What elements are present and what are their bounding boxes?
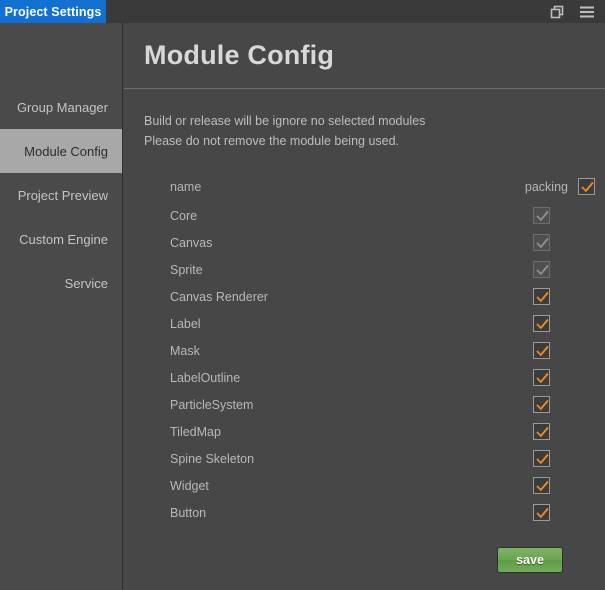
module-packing-cell: [533, 315, 595, 332]
module-packing-checkbox: [533, 261, 550, 278]
checkmark-icon: [536, 263, 549, 276]
checkmark-icon: [536, 317, 549, 330]
sidebar-item-label: Service: [64, 275, 108, 291]
module-packing-checkbox[interactable]: [533, 369, 550, 386]
titlebar-icon-group: [549, 0, 605, 23]
page-description: Build or release will be ignore no selec…: [124, 89, 605, 151]
module-packing-checkbox: [533, 234, 550, 251]
page-header: Module Config: [124, 23, 605, 89]
description-line-1: Build or release will be ignore no selec…: [144, 114, 426, 128]
table-row[interactable]: Button: [170, 499, 595, 526]
sidebar-item-group-manager[interactable]: Group Manager: [0, 85, 122, 129]
checkmark-icon: [536, 290, 549, 303]
table-row[interactable]: Widget: [170, 472, 595, 499]
module-packing-checkbox[interactable]: [533, 342, 550, 359]
table-row[interactable]: Label: [170, 310, 595, 337]
sidebar-item-label: Module Config: [24, 143, 108, 159]
column-header-packing-label: packing: [524, 179, 568, 194]
tab-project-settings[interactable]: Project Settings: [0, 0, 106, 23]
hamburger-menu-icon[interactable]: [579, 4, 595, 20]
checkmark-icon: [536, 479, 549, 492]
sidebar: Group Manager Module Config Project Prev…: [0, 23, 123, 590]
table-row[interactable]: Canvas Renderer: [170, 283, 595, 310]
column-header-name: name: [170, 179, 202, 194]
save-button[interactable]: save: [497, 547, 563, 573]
titlebar-spacer: [106, 0, 549, 23]
column-header-packing: packing: [525, 178, 595, 195]
table-row[interactable]: Canvas: [170, 229, 595, 256]
module-name: Core: [170, 208, 198, 223]
module-name: Sprite: [170, 262, 203, 277]
module-name: Mask: [170, 343, 200, 358]
checkmark-icon: [536, 506, 549, 519]
module-packing-checkbox[interactable]: [533, 288, 550, 305]
footer: save: [124, 530, 605, 590]
project-settings-window: Project Settings Group Manager Module Co…: [0, 0, 605, 590]
page-title: Module Config: [144, 40, 335, 70]
sidebar-item-module-config[interactable]: Module Config: [0, 129, 122, 173]
module-name: Widget: [170, 478, 209, 493]
titlebar: Project Settings: [0, 0, 605, 23]
sidebar-item-service[interactable]: Service: [0, 261, 122, 305]
main-panel: Module Config Build or release will be i…: [124, 23, 605, 590]
sidebar-item-label: Custom Engine: [19, 231, 108, 247]
checkmark-icon: [536, 236, 549, 249]
table-row[interactable]: ParticleSystem: [170, 391, 595, 418]
module-packing-checkbox: [533, 207, 550, 224]
select-all-checkbox[interactable]: [578, 178, 595, 195]
module-packing-cell: [533, 234, 595, 251]
sidebar-item-label: Group Manager: [16, 99, 108, 115]
restore-windows-icon[interactable]: [549, 4, 565, 20]
table-row[interactable]: Spine Skeleton: [170, 445, 595, 472]
checkmark-icon: [581, 180, 594, 193]
table-row[interactable]: Sprite: [170, 256, 595, 283]
table-header-row: name packing: [170, 171, 595, 202]
module-packing-cell: [533, 261, 595, 278]
module-packing-checkbox[interactable]: [533, 396, 550, 413]
table-row[interactable]: Core: [170, 202, 595, 229]
module-name: Spine Skeleton: [170, 451, 255, 466]
module-packing-cell: [533, 396, 595, 413]
sidebar-item-project-preview[interactable]: Project Preview: [0, 173, 122, 217]
checkmark-icon: [536, 371, 549, 384]
module-packing-checkbox[interactable]: [533, 504, 550, 521]
module-packing-cell: [533, 450, 595, 467]
save-button-label: save: [516, 553, 544, 567]
module-packing-cell: [533, 504, 595, 521]
module-name: Label: [170, 316, 201, 331]
checkmark-icon: [536, 425, 549, 438]
module-packing-cell: [533, 288, 595, 305]
module-table: name packing Core Canvas Sprite Canvas R…: [124, 171, 605, 526]
module-packing-cell: [533, 342, 595, 359]
checkmark-icon: [536, 452, 549, 465]
module-packing-checkbox[interactable]: [533, 423, 550, 440]
sidebar-item-custom-engine[interactable]: Custom Engine: [0, 217, 122, 261]
table-row[interactable]: LabelOutline: [170, 364, 595, 391]
module-name: ParticleSystem: [170, 397, 254, 412]
module-packing-cell: [533, 477, 595, 494]
module-packing-checkbox[interactable]: [533, 315, 550, 332]
module-name: Canvas Renderer: [170, 289, 268, 304]
module-packing-cell: [533, 423, 595, 440]
checkmark-icon: [536, 344, 549, 357]
module-name: Canvas: [170, 235, 213, 250]
table-row[interactable]: Mask: [170, 337, 595, 364]
module-name: LabelOutline: [170, 370, 241, 385]
table-row[interactable]: TiledMap: [170, 418, 595, 445]
module-packing-cell: [533, 369, 595, 386]
checkmark-icon: [536, 398, 549, 411]
module-packing-checkbox[interactable]: [533, 477, 550, 494]
sidebar-item-label: Project Preview: [17, 187, 108, 203]
module-name: TiledMap: [170, 424, 221, 439]
checkmark-icon: [536, 209, 549, 222]
module-name: Button: [170, 505, 207, 520]
description-line-2: Please do not remove the module being us…: [144, 134, 400, 148]
module-packing-cell: [533, 207, 595, 224]
module-packing-checkbox[interactable]: [533, 450, 550, 467]
tab-label: Project Settings: [4, 4, 102, 19]
